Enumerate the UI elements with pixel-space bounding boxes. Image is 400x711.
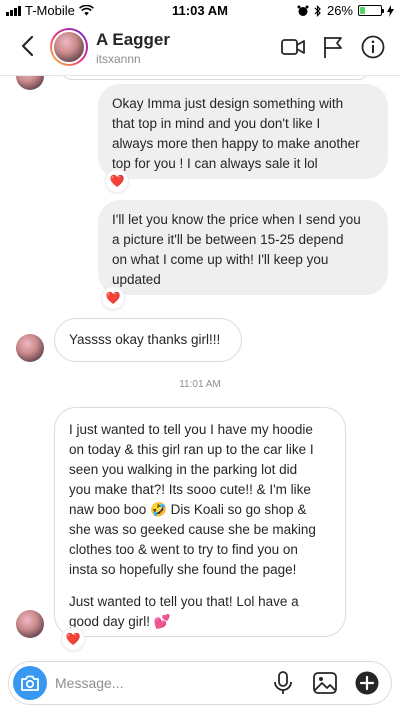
message-line: I just wanted to tell you I have my hood… [69,422,313,437]
message-line: Okay Imma just design something with [112,96,344,111]
message-line: you make that?! Its sooo cute!! & I'm li… [69,482,311,497]
flag-icon[interactable] [320,34,346,60]
contact-avatar[interactable] [50,28,88,66]
contact-username: itsxannn [96,52,141,66]
message-line: naw boo boo 🤣 Dis Koali so go shop & [69,502,307,517]
message-line: updated [112,272,161,287]
message-line: that top in mind and you don't like I [112,116,321,131]
sender-avatar [16,610,44,638]
message-composer [8,661,392,705]
video-call-icon[interactable] [280,34,306,60]
sender-avatar [16,76,44,90]
message-line: always more then happy to make another [112,136,360,151]
plus-icon[interactable] [353,669,381,697]
outgoing-message[interactable]: Okay Imma just design something with tha… [98,84,388,179]
incoming-message[interactable]: Yassss okay thanks girl!!! [54,318,242,362]
message-line: insta so hopefully she found the page! [69,562,297,577]
microphone-icon[interactable] [269,669,297,697]
heart-reaction-icon[interactable]: ❤️ [101,286,125,310]
message-line: clothes too & went to try to find you on [69,542,298,557]
message-timestamp: 11:01 AM [179,379,221,390]
heart-reaction-icon[interactable]: ❤️ [61,627,85,651]
message-line: Just wanted to tell you that! Lol have a [69,594,299,609]
message-thread[interactable]: Okay Imma just design something with tha… [0,76,400,656]
battery-icon [358,5,384,16]
message-line: good day girl! 💕 [69,614,171,629]
message-line: a picture it'll be between 15-25 depend [112,232,344,247]
header-actions [280,34,386,60]
heart-reaction-icon[interactable]: ❤️ [105,169,129,193]
battery-percent: 26% [326,3,353,18]
camera-button[interactable] [13,666,47,700]
contact-avatar-photo [52,30,86,64]
composer-actions [269,669,381,697]
message-line: she was so geeked cause she be making [69,522,316,537]
incoming-message[interactable]: I just wanted to tell you I have my hood… [54,407,346,637]
message-line: seen you walking in the parking lot did [69,462,298,477]
message-line: top for you ! I can always sale it lol [112,156,318,171]
message-line: on what I come up with! I'll keep you [112,252,329,267]
charging-bolt-icon [387,4,394,17]
bluetooth-icon [314,4,321,17]
gallery-icon[interactable] [311,669,339,697]
message-text: Yassss okay thanks girl!!! [69,332,221,347]
previous-message-bubble [60,76,370,80]
back-chevron-icon[interactable] [14,32,42,60]
thread-header: A Eagger itsxannn [0,20,400,76]
alarm-icon [297,5,309,16]
message-line: I'll let you know the price when I send … [112,212,361,227]
status-bar: T-Mobile 11:03 AM 26% [0,0,400,20]
sender-avatar [16,334,44,362]
camera-icon [21,675,39,691]
message-line: on today & this girl ran up to the car l… [69,442,314,457]
battery-fill [360,7,366,14]
status-right: 26% [297,3,394,18]
message-input[interactable] [55,670,275,696]
contact-name[interactable]: A Eagger [96,30,170,50]
info-icon[interactable] [360,34,386,60]
outgoing-message[interactable]: I'll let you know the price when I send … [98,200,388,295]
